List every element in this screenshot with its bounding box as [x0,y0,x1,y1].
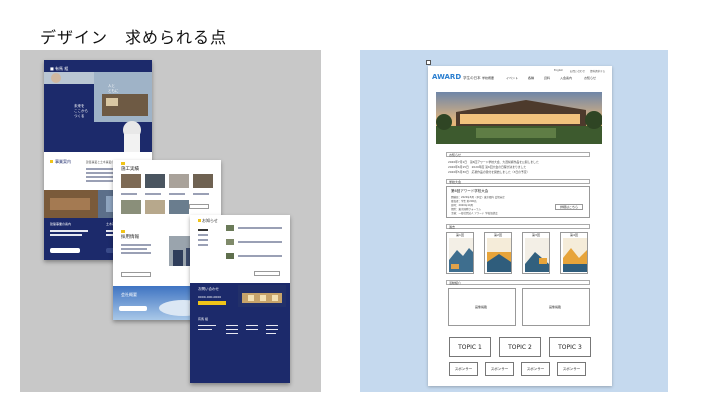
poster-label: 第4回 [570,233,578,237]
hero-image [436,92,602,144]
sponsor-button[interactable]: スポンサー [449,362,478,376]
nav-item[interactable]: 学校概要 [482,76,494,80]
mockup-news-page: お知らせ お問い合わせ 0000-000-0000 有馬 組 [190,215,290,383]
slide-title: デザイン 求められる点 [40,28,228,47]
nav-item[interactable]: 各種 [528,76,534,80]
poster-label: 第1回 [456,233,464,237]
site-logo[interactable]: AWARD 学生の日本 [432,73,481,81]
office-photo [238,285,286,307]
contact-button[interactable] [198,301,226,305]
topic-button-2[interactable]: TOPIC 2 [499,337,541,357]
section-past-label: 過去 [446,224,590,229]
hero-copy: 未来を ここから つくる [74,104,94,119]
topic-button-1[interactable]: TOPIC 1 [449,337,491,357]
poster-label: 第3回 [532,233,540,237]
news-thumbnails [226,225,234,259]
more-button[interactable] [189,204,209,209]
selection-handle [426,60,431,65]
poster-card[interactable]: 第4回 [560,232,588,274]
section-heading: 事業案内 [55,159,71,164]
news-item[interactable]: 2020年6月15日 2020年度 第6回大会の日程が決まりました [448,165,526,169]
nav-item[interactable]: お知らせ [584,76,596,80]
section-events-label: 学校大会 [446,179,590,184]
news-heading: お知らせ [202,218,218,223]
nav-item[interactable]: イベント [506,76,518,80]
reference-design-panel: ■ 有馬 組 未来を ここから つくる 人と ともに 事業案内 建築事業と土木事… [20,50,321,392]
poster-card[interactable]: 第3回 [522,232,550,274]
placeholder-label: 画像掲載 [549,305,562,309]
news-more-button[interactable] [254,271,280,276]
hero-photo [44,72,152,152]
works-thumbnails [121,174,213,188]
recruit-heading: 採用情報 [121,235,139,240]
slide: デザイン 求められる点 ■ 有馬 組 未来を ここから つくる 人と ともに 事… [0,0,720,405]
section-news-label: お知らせ [446,152,590,157]
wireframe-panel: AWARD 学生の日本 English お問い合わせ 資料請求する 学校概要 イベ… [360,50,668,392]
recruit-button[interactable] [121,272,151,277]
hero-block: ■ 有馬 組 未来を ここから つくる 人と ともに [44,60,152,152]
company-heading: 会社概要 [121,292,137,297]
nav-item[interactable]: 入会案内 [560,76,572,80]
logo-sub: 学生の日本 [463,76,481,80]
top-link-english[interactable]: English [554,69,563,72]
section-photos-label: 活動紹介 [446,280,590,285]
event-title: 第6回アワード学校大会 [451,189,489,193]
contact-phone: 0000-000-0000 [198,295,222,299]
sponsor-button[interactable]: スポンサー [557,362,586,376]
contact-heading: お問い合わせ [198,287,219,291]
wireframe-page: AWARD 学生の日本 English お問い合わせ 資料請求する 学校概要 イベ… [428,66,612,386]
hero-copy-2: 人と ともに [108,84,128,94]
works-heading: 施工実績 [121,167,139,172]
news-item[interactable]: 2020年7月1日 第6回アワード学校大会、大賞候補作品を公開しました [448,160,539,164]
top-link-request[interactable]: 資料請求する [590,69,605,73]
event-card: 第6回アワード学校大会 開催日：2020年8月（予定）東京都内 会場未定 参加者… [446,186,590,218]
nav-item[interactable]: 資料 [544,76,550,80]
placeholder-label: 画像掲載 [475,305,488,309]
top-link-contact[interactable]: お問い合わせ [570,69,585,73]
service-button-1[interactable]: 建築事業の案内 [50,222,71,226]
poster-card[interactable]: 第1回 [446,232,474,274]
poster-row: 第1回 第2回 第3回 第4回 [446,232,592,274]
event-detail-button[interactable]: 詳細はこちら [555,204,583,210]
poster-card[interactable]: 第2回 [484,232,512,274]
accent-mark [50,160,53,163]
photo-placeholder: 画像掲載 [448,288,516,326]
footer-block: お問い合わせ 0000-000-0000 有馬 組 [190,283,290,383]
sponsor-button[interactable]: スポンサー [521,362,550,376]
footer-company: 有馬 組 [198,317,208,321]
photo-placeholder: 画像掲載 [522,288,590,326]
sponsor-button[interactable]: スポンサー [485,362,514,376]
event-line: 主催：一般社団法人 アワード 学校協議会 [451,212,498,215]
poster-label: 第2回 [494,233,502,237]
hero-line: つくる [74,114,85,118]
hero-line: ともに [108,89,119,93]
topic-button-3[interactable]: TOPIC 3 [549,337,591,357]
news-item[interactable]: 2020年5月30日 応募作品の受付を開始しました（3日の予定） [448,170,529,174]
logo-text: AWARD [432,73,462,81]
